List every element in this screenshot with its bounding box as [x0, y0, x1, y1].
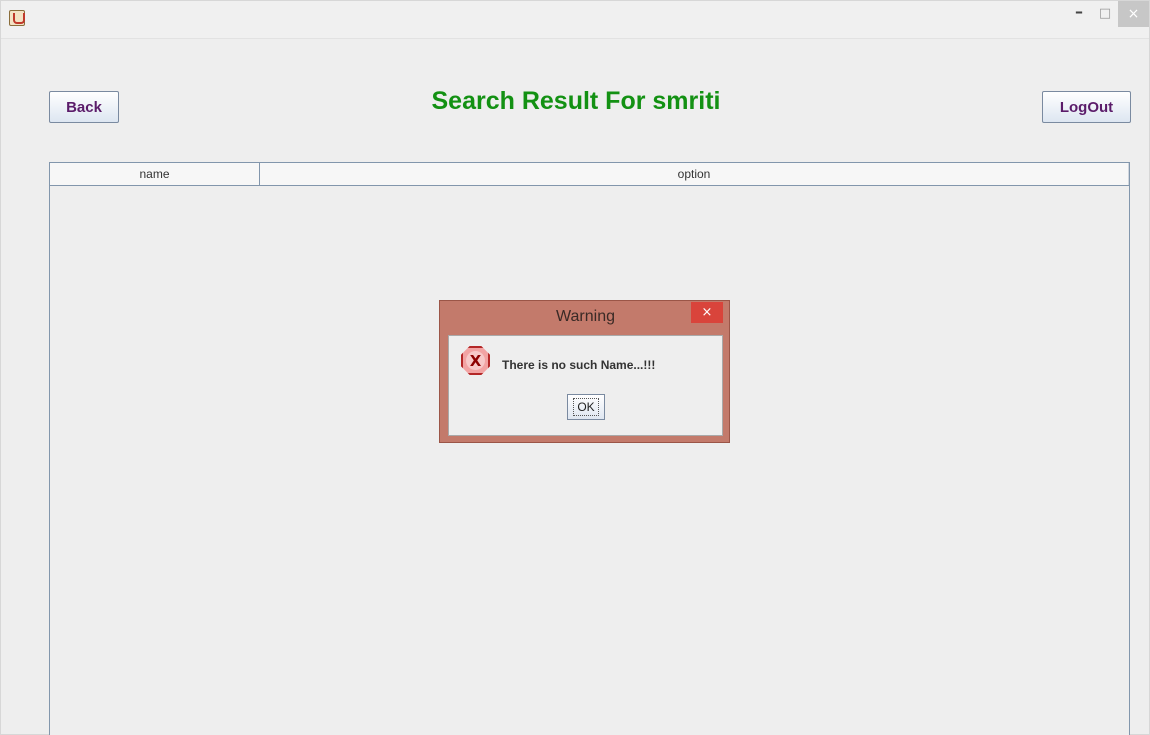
- error-icon-glyph: X: [469, 351, 482, 370]
- application-window: – □ × Back Search Result For smriti LogO…: [0, 0, 1150, 735]
- results-table: name option: [49, 162, 1130, 735]
- page-title: Search Result For smriti: [431, 87, 721, 115]
- dialog-close-icon[interactable]: ×: [691, 302, 723, 323]
- close-icon[interactable]: ×: [1118, 1, 1149, 27]
- logout-button[interactable]: LogOut: [1042, 91, 1131, 123]
- column-header-name[interactable]: name: [50, 163, 260, 185]
- ok-button[interactable]: OK: [567, 394, 605, 420]
- dialog-message: There is no such Name...!!!: [502, 358, 656, 372]
- ok-button-label: OK: [573, 398, 599, 416]
- warning-dialog: Warning × X There is no such Name...!!! …: [439, 300, 730, 443]
- dialog-title: Warning: [556, 308, 615, 325]
- table-header: name option: [50, 163, 1129, 186]
- java-app-icon: [9, 10, 25, 26]
- window-titlebar: – □ ×: [1, 1, 1149, 39]
- column-header-option[interactable]: option: [260, 163, 1129, 185]
- error-icon: X: [461, 346, 490, 375]
- dialog-body: X There is no such Name...!!! OK: [448, 335, 723, 436]
- minimize-icon[interactable]: –: [1066, 1, 1092, 27]
- maximize-icon[interactable]: □: [1092, 1, 1118, 27]
